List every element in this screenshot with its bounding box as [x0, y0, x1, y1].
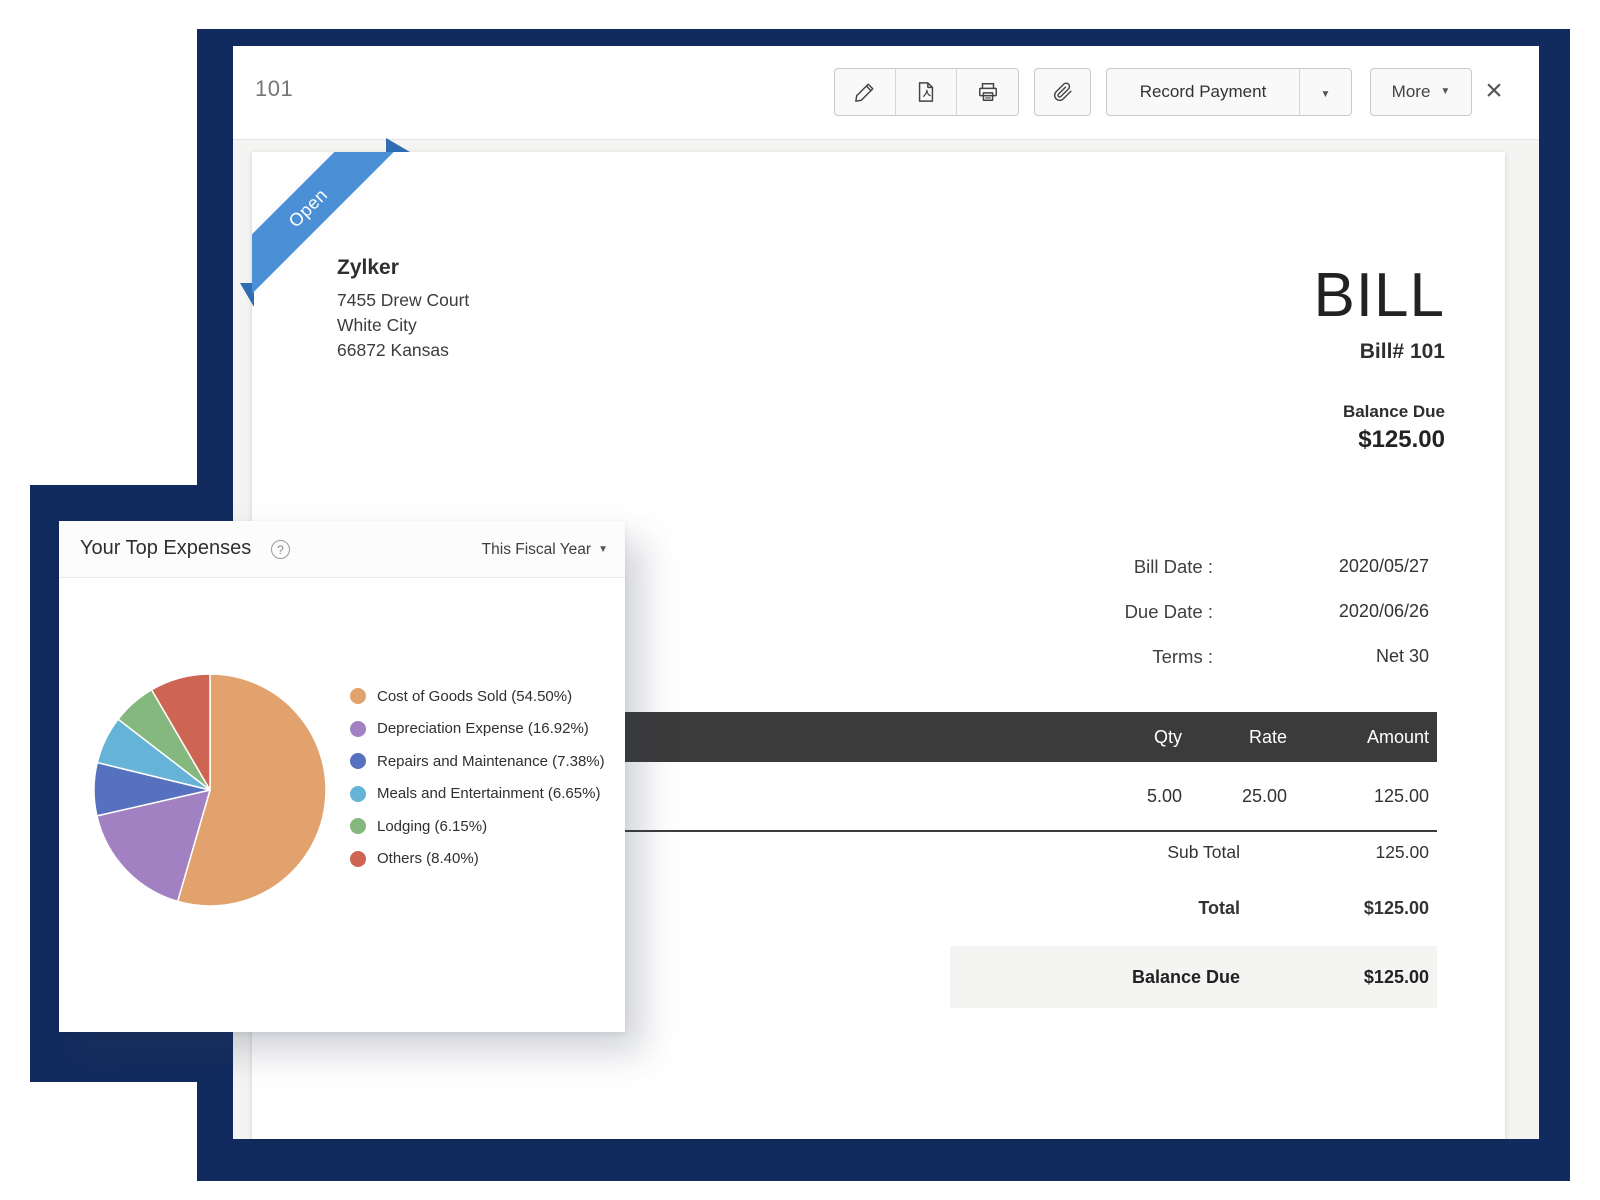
- terms-value: Net 30: [1376, 646, 1429, 667]
- print-button[interactable]: [957, 69, 1018, 115]
- legend-item: Lodging (6.15%): [350, 810, 605, 843]
- legend-item: Repairs and Maintenance (7.38%): [350, 745, 605, 778]
- total-label: Total: [1198, 898, 1240, 919]
- top-expenses-card-header: Your Top Expenses ? This Fiscal Year ▼: [59, 521, 625, 578]
- rate-column-header: Rate: [1249, 712, 1287, 762]
- document-number: 101: [255, 76, 293, 102]
- legend-swatch: [350, 721, 366, 737]
- pencil-icon: [854, 81, 876, 103]
- legend-label: Cost of Goods Sold (54.50%): [377, 688, 572, 705]
- bill-date-label: Bill Date :: [1134, 556, 1213, 578]
- amount-column-header: Amount: [1367, 712, 1429, 762]
- more-button[interactable]: More ▼: [1370, 68, 1472, 116]
- export-pdf-button[interactable]: [896, 69, 957, 115]
- legend-label: Repairs and Maintenance (7.38%): [377, 753, 605, 770]
- sub-total-value: 125.00: [1375, 842, 1429, 863]
- toolbar: 101 Record Pay: [233, 46, 1539, 140]
- record-payment-dropdown[interactable]: ▼: [1299, 69, 1351, 115]
- document-type-title: BILL: [1313, 260, 1445, 331]
- balance-due-row-value: $125.00: [1364, 967, 1429, 988]
- top-expenses-card: Your Top Expenses ? This Fiscal Year ▼ C…: [59, 521, 625, 1032]
- legend-swatch: [350, 818, 366, 834]
- document-actions-group: [834, 68, 1019, 116]
- bill-date-value: 2020/05/27: [1339, 556, 1429, 577]
- edit-button[interactable]: [835, 69, 896, 115]
- balance-due-amount: $125.00: [1358, 426, 1445, 454]
- legend-label: Depreciation Expense (16.92%): [377, 720, 589, 737]
- terms-label: Terms :: [1152, 646, 1213, 668]
- amount-cell: 125.00: [1374, 762, 1429, 830]
- qty-column-header: Qty: [1154, 712, 1182, 762]
- legend-swatch: [350, 753, 366, 769]
- balance-due-label: Balance Due: [1343, 402, 1445, 422]
- chevron-down-icon: ▼: [598, 545, 608, 555]
- legend-label: Meals and Entertainment (6.65%): [377, 785, 600, 802]
- legend-label: Others (8.40%): [377, 850, 479, 867]
- rate-cell: 25.00: [1242, 762, 1287, 830]
- legend-item: Depreciation Expense (16.92%): [350, 713, 605, 746]
- status-ribbon-label: Open: [252, 152, 408, 308]
- page: 101 Record Pay: [0, 0, 1600, 1200]
- bill-number: Bill# 101: [1360, 340, 1445, 364]
- chevron-down-icon: ▼: [1321, 89, 1331, 100]
- close-icon[interactable]: ×: [1477, 74, 1511, 108]
- paperclip-icon: [1053, 82, 1073, 102]
- pdf-file-icon: [915, 81, 937, 103]
- legend-swatch: [350, 786, 366, 802]
- printer-icon: [977, 81, 999, 103]
- qty-cell: 5.00: [1147, 762, 1182, 830]
- legend-item: Cost of Goods Sold (54.50%): [350, 680, 605, 713]
- total-value: $125.00: [1364, 898, 1429, 919]
- legend-item: Meals and Entertainment (6.65%): [350, 778, 605, 811]
- card-title: Your Top Expenses: [80, 537, 251, 560]
- sub-total-label: Sub Total: [1167, 842, 1240, 863]
- legend-swatch: [350, 851, 366, 867]
- legend-item: Others (8.40%): [350, 843, 605, 876]
- due-date-value: 2020/06/26: [1339, 601, 1429, 622]
- attachments-button[interactable]: [1034, 68, 1091, 116]
- expenses-pie-chart[interactable]: [92, 672, 328, 908]
- record-payment-split-button: Record Payment ▼: [1106, 68, 1352, 116]
- pie-legend: Cost of Goods Sold (54.50%) Depreciation…: [350, 680, 605, 875]
- chevron-down-icon: ▼: [1440, 87, 1450, 97]
- record-payment-button[interactable]: Record Payment: [1107, 69, 1299, 115]
- help-icon[interactable]: ?: [271, 540, 290, 559]
- legend-swatch: [350, 688, 366, 704]
- more-button-label: More: [1392, 82, 1431, 102]
- due-date-label: Due Date :: [1125, 601, 1213, 623]
- period-selector[interactable]: This Fiscal Year ▼: [482, 541, 608, 559]
- period-selector-label: This Fiscal Year: [482, 541, 591, 559]
- legend-label: Lodging (6.15%): [377, 818, 487, 835]
- status-ribbon: Open: [252, 152, 512, 412]
- balance-due-row-label: Balance Due: [1132, 967, 1240, 988]
